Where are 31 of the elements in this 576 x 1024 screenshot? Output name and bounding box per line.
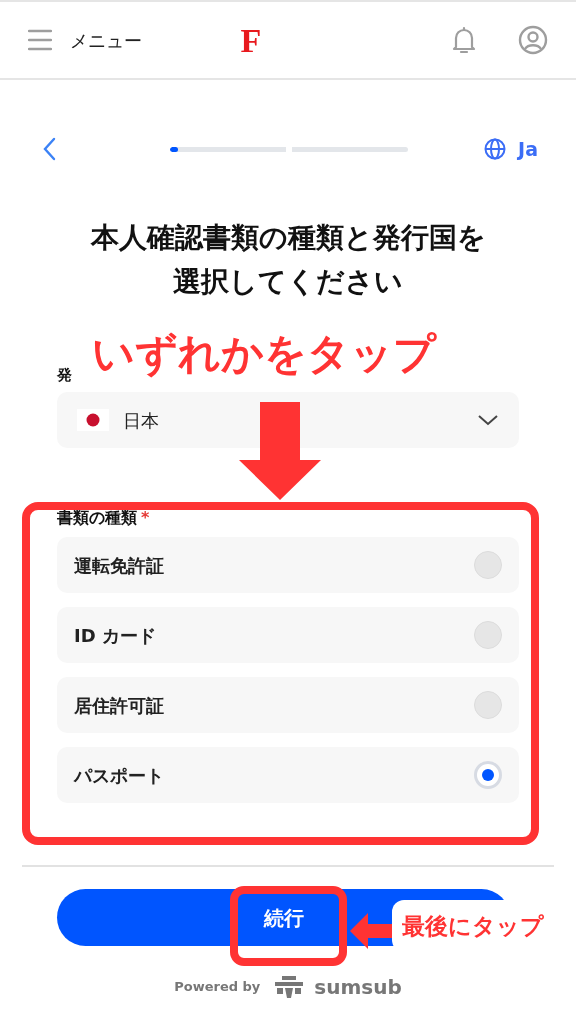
down-arrow-icon [239, 402, 321, 500]
document-option[interactable]: 居住許可証 [57, 677, 519, 733]
page-title: 本人確認書類の種類と発行国を選択してください [89, 220, 487, 300]
field-label: 書類の種類 [57, 507, 137, 529]
account-icon[interactable] [518, 25, 548, 55]
bell-icon[interactable] [450, 25, 478, 55]
option-label: 運転免許証 [74, 553, 164, 578]
radio-button[interactable] [474, 691, 502, 719]
back-icon[interactable] [42, 137, 58, 161]
radio-button[interactable] [474, 761, 502, 789]
option-label: ID カード [74, 623, 156, 648]
chevron-down-icon [477, 414, 499, 426]
option-label: 居住許可証 [74, 693, 164, 718]
document-option[interactable]: ID カード [57, 607, 519, 663]
globe-icon [484, 138, 507, 160]
radio-button[interactable] [474, 551, 502, 579]
menu-icon[interactable] [28, 29, 52, 51]
language-button[interactable]: Ja [484, 134, 538, 164]
radio-button[interactable] [474, 621, 502, 649]
required-mark: * [141, 507, 150, 529]
country-select[interactable]: 日本 [57, 392, 519, 448]
menu-label[interactable]: メニュー [70, 26, 142, 54]
brand-name: sumsub [314, 974, 402, 1001]
field-label: 発 [57, 364, 72, 386]
japan-flag-icon [77, 409, 109, 431]
logo[interactable]: F [240, 14, 262, 66]
document-option[interactable]: パスポート [57, 747, 519, 803]
powered-by-text: Powered by [174, 978, 261, 997]
document-option[interactable]: 運転免許証 [57, 537, 519, 593]
annotation-text: いずれかをタップ [92, 331, 436, 377]
option-label: パスポート [74, 763, 164, 788]
